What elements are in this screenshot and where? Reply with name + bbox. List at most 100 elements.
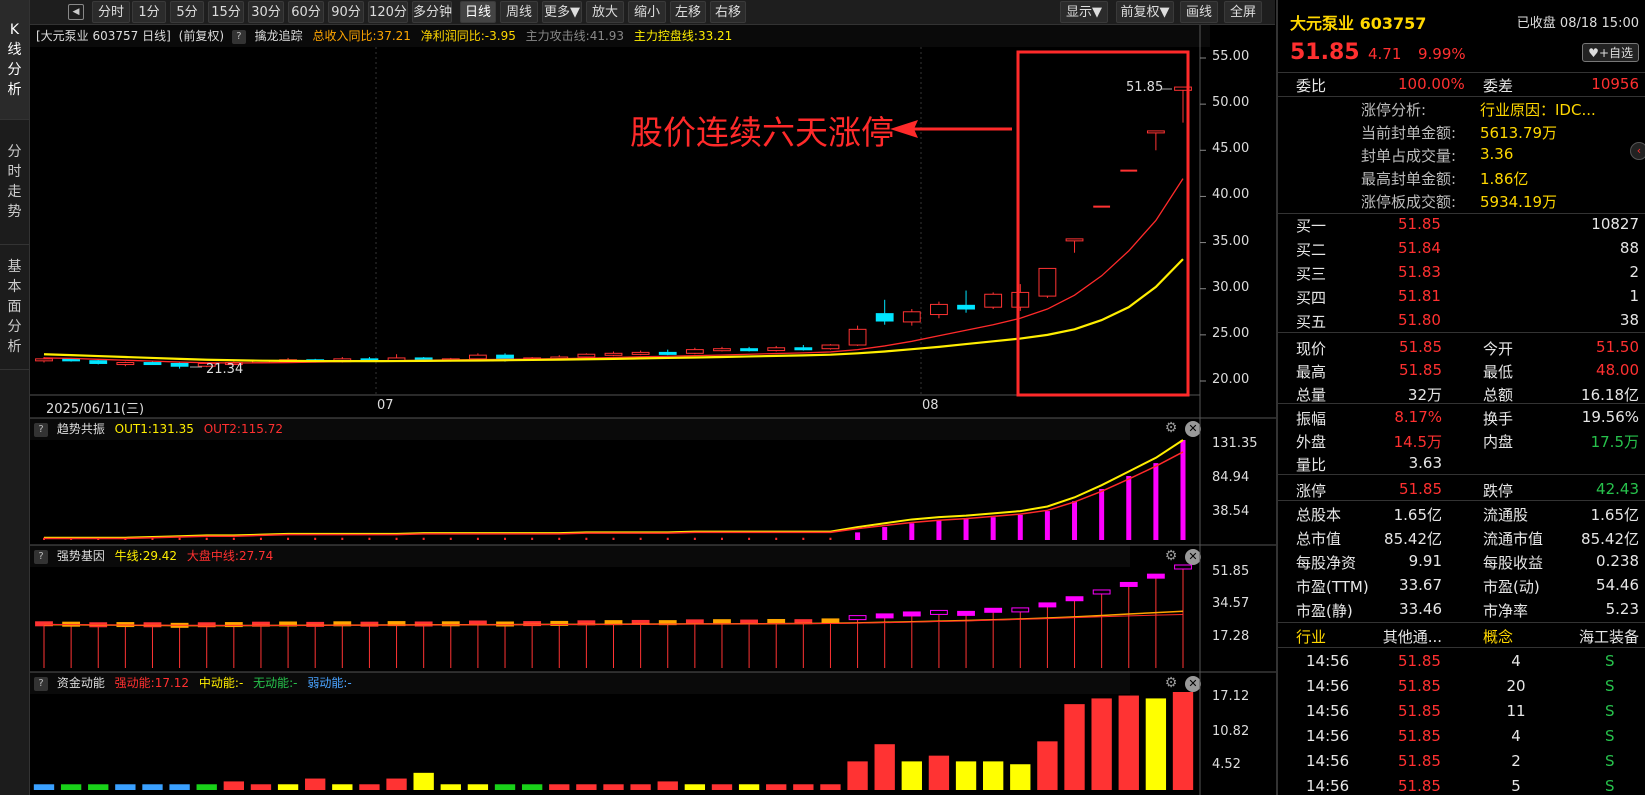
candle-body xyxy=(658,351,677,355)
energy-bar xyxy=(1010,764,1031,790)
y-tick-label: 30.00 xyxy=(1212,279,1250,295)
tick-row: 14:56 51.85 11 S xyxy=(1306,702,1615,720)
y-tick-label: 55.00 xyxy=(1212,49,1250,64)
candle-body xyxy=(170,362,189,367)
expand-panel-icon[interactable]: ‹ xyxy=(1630,142,1645,160)
energy-bar xyxy=(1172,692,1194,790)
ma-yellow-line xyxy=(43,258,1184,363)
energy-bar xyxy=(576,784,597,790)
energy-bar xyxy=(359,784,380,790)
quote-header: 大元泵业 603757 已收盘 08/18 15:00 xyxy=(1278,8,1645,34)
energy-bar xyxy=(1037,741,1058,790)
candle-body xyxy=(713,348,731,352)
energy-bar xyxy=(1118,695,1139,790)
y-tick-label: 51.85 xyxy=(1212,564,1250,579)
y-tick-label: 4.52 xyxy=(1212,757,1241,772)
gene-marker xyxy=(984,607,1003,613)
candle-body xyxy=(116,362,135,366)
energy-bar xyxy=(549,784,570,790)
energy-bar xyxy=(521,784,543,790)
price-change: 4.71 xyxy=(1368,45,1402,63)
tick-row: 14:56 51.85 4 S xyxy=(1306,652,1615,670)
date-label-start: 2025/06/11(三) xyxy=(46,402,145,417)
gene-marker xyxy=(1065,596,1084,602)
gene-marker xyxy=(1038,602,1057,608)
tick-row: 14:56 51.85 20 S xyxy=(1306,677,1615,695)
candle-body xyxy=(794,347,813,351)
energy-bar xyxy=(494,784,516,790)
energy-bar xyxy=(332,784,353,790)
stats-row: 每股净资 9.91 每股收益 0.238 xyxy=(1296,552,1639,572)
candle-body xyxy=(821,344,840,350)
energy-bar xyxy=(250,784,272,790)
candle-body xyxy=(35,358,53,362)
last-price-label: 51.85 xyxy=(1126,80,1164,95)
add-favorite-button[interactable]: ♥+自选 xyxy=(1582,43,1639,62)
energy-bar xyxy=(305,778,326,790)
stats-row: 量比 3.63 xyxy=(1296,454,1442,474)
bid-row: 买一 51.85 10827 xyxy=(1296,215,1639,235)
energy-bar xyxy=(196,784,217,790)
gene-marker xyxy=(821,618,840,624)
energy-bar xyxy=(630,784,651,790)
energy-bar xyxy=(928,755,950,790)
energy-bar xyxy=(142,784,163,790)
candle-body xyxy=(1011,291,1030,308)
y-tick-label: 17.12 xyxy=(1212,689,1250,704)
energy-bar xyxy=(793,784,814,790)
annotation-arrowhead xyxy=(890,120,918,138)
limit-info-row: 封单占成交量: 3.36 xyxy=(1361,145,1514,165)
y-tick-label: 10.82 xyxy=(1212,724,1250,739)
energy-bar xyxy=(955,761,977,790)
candle-body xyxy=(577,353,596,358)
energy-bar xyxy=(277,784,299,790)
stats-row: 总股本 1.65亿 流通股 1.65亿 xyxy=(1296,506,1639,524)
energy-bar xyxy=(901,761,922,790)
gene-marker xyxy=(1119,581,1138,587)
candle-body xyxy=(848,328,867,346)
gene-marker xyxy=(957,610,975,616)
industry-row[interactable]: 行业 其他通... 概念 海工装备 xyxy=(1278,624,1645,647)
energy-bar xyxy=(820,784,841,790)
candle-body xyxy=(685,349,704,354)
limit-row: 涨停 51.85 跌停 42.43 xyxy=(1296,480,1639,500)
candle-body xyxy=(902,311,921,323)
highlight-box xyxy=(1016,50,1190,397)
candle-body xyxy=(468,354,487,360)
y-tick-label: 40.00 xyxy=(1212,187,1250,203)
candle-body xyxy=(604,352,623,356)
candle-body xyxy=(875,313,894,322)
candle-body xyxy=(767,347,786,352)
gene-marker xyxy=(1146,573,1165,579)
bid-row: 买五 51.80 38 xyxy=(1296,311,1639,331)
gene-marker xyxy=(930,609,948,615)
current-price: 51.85 xyxy=(1290,40,1360,65)
energy-bar xyxy=(88,784,109,790)
energy-bar xyxy=(169,784,190,790)
energy-bar xyxy=(603,784,624,790)
energy-bar xyxy=(223,781,245,790)
gene-marker xyxy=(902,611,921,617)
y-tick-label: 20.00 xyxy=(1212,372,1250,387)
energy-bar xyxy=(413,772,434,790)
energy-bar xyxy=(33,784,55,790)
y-tick-label: 35.00 xyxy=(1212,233,1250,249)
weibi-row: 委比 100.00% 委差 10956 xyxy=(1296,75,1639,95)
candle-body xyxy=(930,303,948,316)
candle-body xyxy=(957,304,975,310)
energy-bar xyxy=(1064,704,1085,790)
gene-marker xyxy=(1174,564,1192,570)
price-row: 51.85 4.71 9.99% ♥+自选 xyxy=(1278,40,1645,70)
bid-row: 买二 51.84 88 xyxy=(1296,239,1639,259)
stats-row: 市盈(TTM) 33.67 市盈(动) 54.46 xyxy=(1296,576,1639,596)
date-label-aug: 08 xyxy=(922,398,939,413)
energy-bar xyxy=(1145,698,1167,790)
date-label-jul: 07 xyxy=(377,398,394,413)
limit-info-row: 涨停分析: 行业原因：IDC... xyxy=(1361,101,1596,119)
energy-bar xyxy=(115,784,136,790)
stats-row: 振幅 8.17% 换手 19.56% xyxy=(1296,408,1639,428)
limit-info-row: 涨停板成交额: 5934.19万 xyxy=(1361,193,1558,211)
y-tick-label: 131.35 xyxy=(1212,436,1258,451)
stats-row: 市盈(静) 33.46 市净率 5.23 xyxy=(1296,600,1639,620)
y-tick-label: 45.00 xyxy=(1212,141,1250,157)
